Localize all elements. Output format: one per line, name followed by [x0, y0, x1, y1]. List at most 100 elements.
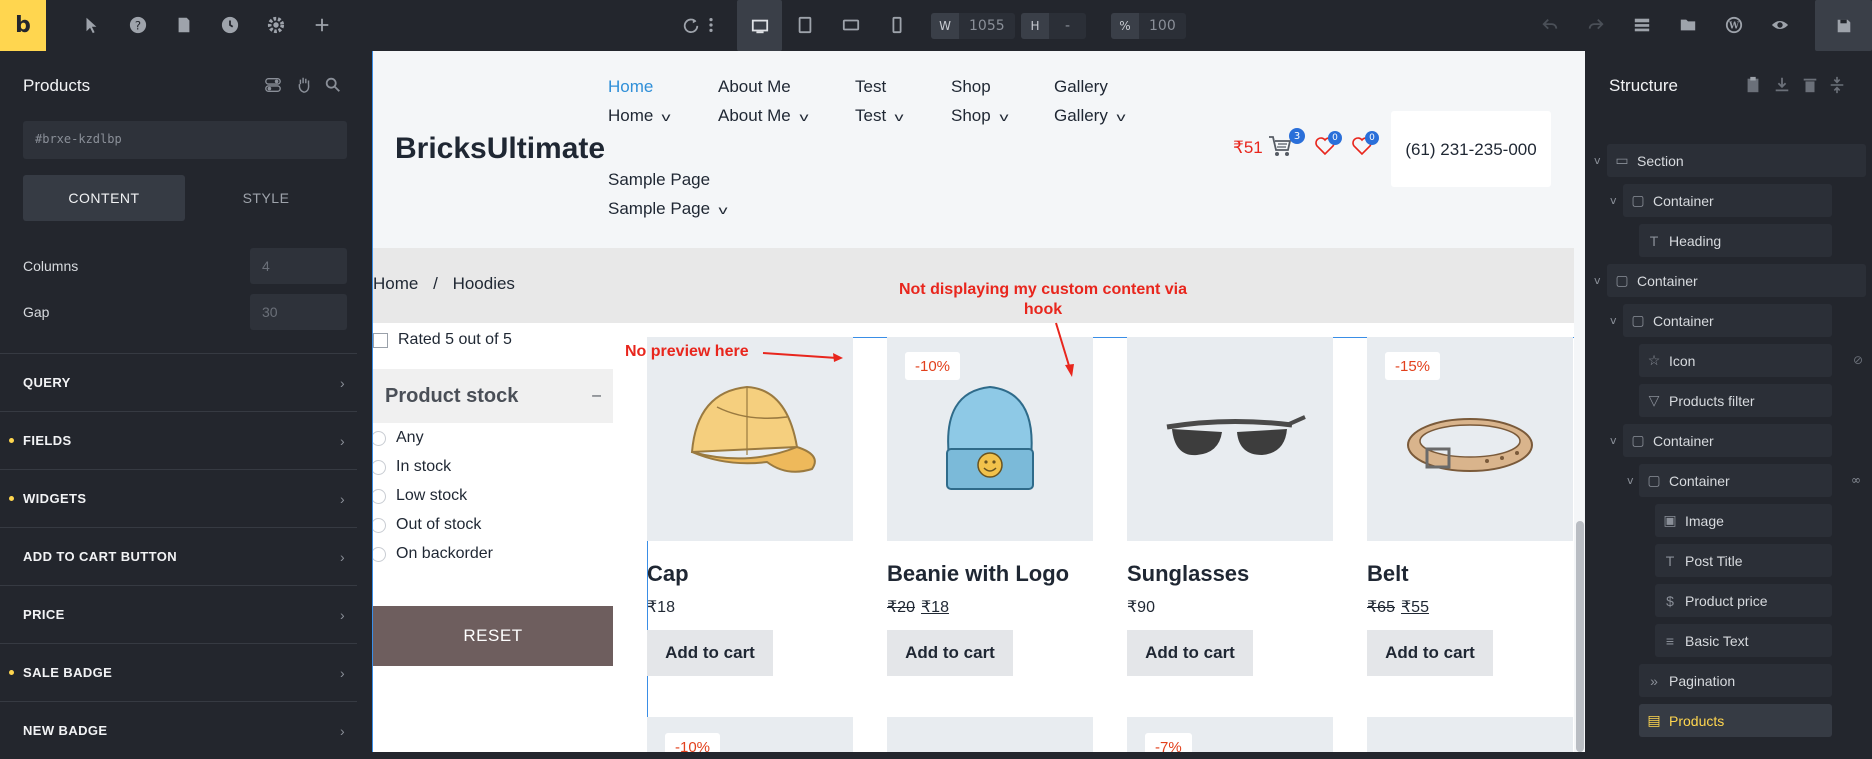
- section-sale-badge[interactable]: SALE BADGE ›: [0, 643, 357, 701]
- reset-button[interactable]: RESET: [373, 606, 613, 666]
- radio[interactable]: [373, 488, 386, 504]
- caret-down-icon[interactable]: v: [1594, 274, 1601, 287]
- product-image[interactable]: -7%: [1127, 717, 1333, 752]
- product-card[interactable]: -15% Belt ₹65 ₹55 Add to cart: [1367, 337, 1573, 677]
- loop-icon[interactable]: ∞: [1851, 473, 1861, 487]
- collapse-all-icon[interactable]: [1826, 74, 1848, 96]
- tree-item-container[interactable]: ▢ Container: [1607, 264, 1866, 297]
- tab-content[interactable]: CONTENT: [23, 175, 185, 221]
- stock-option[interactable]: Any: [373, 429, 424, 447]
- section-price[interactable]: PRICE ›: [0, 585, 357, 643]
- cursor-icon[interactable]: [80, 14, 102, 36]
- radio[interactable]: [373, 459, 386, 475]
- caret-down-icon[interactable]: v: [1610, 194, 1617, 207]
- nav-dropdown-home[interactable]: Home v: [608, 106, 671, 126]
- tab-style[interactable]: STYLE: [185, 175, 347, 221]
- tablet-breakpoint-icon[interactable]: [794, 14, 816, 36]
- hidden-eye-icon[interactable]: ⊘: [1853, 353, 1863, 367]
- tree-item-image[interactable]: ▣ Image: [1655, 504, 1832, 537]
- tree-item-heading[interactable]: T Heading: [1639, 224, 1832, 257]
- tree-item-container[interactable]: ▢ Container: [1623, 424, 1832, 457]
- gap-input[interactable]: 30: [250, 294, 347, 330]
- tree-item-products-filter[interactable]: ▽ Products filter: [1639, 384, 1832, 417]
- nav-dropdown-sample-page[interactable]: Sample Page v: [608, 199, 728, 219]
- hand-icon[interactable]: [293, 74, 315, 96]
- nav-dropdown-about[interactable]: About Me v: [718, 106, 808, 126]
- download-icon[interactable]: [1771, 74, 1793, 96]
- nav-dropdown-gallery[interactable]: Gallery v: [1054, 106, 1125, 126]
- nav-item-test[interactable]: Test: [855, 77, 886, 97]
- nav-dropdown-shop[interactable]: Shop v: [951, 106, 1008, 126]
- radio[interactable]: [373, 517, 386, 533]
- tree-item-icon[interactable]: ☆ Icon: [1639, 344, 1832, 377]
- bricks-logo[interactable]: b: [0, 0, 46, 51]
- tree-item-pagination[interactable]: » Pagination: [1639, 664, 1832, 697]
- desktop-breakpoint-icon[interactable]: [737, 0, 782, 51]
- radio[interactable]: [373, 546, 386, 562]
- caret-down-icon[interactable]: v: [1610, 314, 1617, 327]
- landscape-breakpoint-icon[interactable]: [840, 14, 862, 36]
- product-image[interactable]: -10%: [647, 717, 853, 752]
- structure-icon[interactable]: [1631, 14, 1653, 36]
- folder-icon[interactable]: [1677, 14, 1699, 36]
- nav-item-about[interactable]: About Me: [718, 77, 791, 97]
- section-fields[interactable]: FIELDS ›: [0, 411, 357, 469]
- radio[interactable]: [373, 430, 386, 446]
- tree-item-product-price[interactable]: $ Product price: [1655, 584, 1832, 617]
- tree-item-container[interactable]: ▢ Container: [1623, 304, 1832, 337]
- tree-item-post-title[interactable]: T Post Title: [1655, 544, 1832, 577]
- site-brand[interactable]: BricksUltimate: [395, 132, 605, 166]
- trash-icon[interactable]: [1799, 74, 1821, 96]
- zoom-value[interactable]: 100: [1139, 18, 1186, 34]
- product-image[interactable]: [1127, 337, 1333, 541]
- width-value[interactable]: 1055: [959, 18, 1015, 34]
- tree-item-container[interactable]: ▢ Container: [1623, 184, 1832, 217]
- nav-item-gallery[interactable]: Gallery: [1054, 77, 1108, 97]
- tree-item-products[interactable]: ▤ Products: [1639, 704, 1832, 737]
- add-to-cart-button[interactable]: Add to cart: [1127, 630, 1253, 676]
- section-widgets[interactable]: WIDGETS ›: [0, 469, 357, 527]
- product-title[interactable]: Cap: [647, 561, 689, 587]
- stock-option[interactable]: Low stock: [373, 487, 467, 505]
- product-image[interactable]: [1367, 717, 1573, 752]
- product-image[interactable]: [647, 337, 853, 541]
- height-value[interactable]: -: [1049, 18, 1086, 34]
- add-icon[interactable]: [311, 14, 333, 36]
- caret-down-icon[interactable]: v: [1627, 474, 1634, 487]
- add-to-cart-button[interactable]: Add to cart: [1367, 630, 1493, 676]
- mobile-breakpoint-icon[interactable]: [886, 14, 908, 36]
- columns-input[interactable]: 4: [250, 248, 347, 284]
- width-field[interactable]: W 1055: [931, 13, 1015, 39]
- undo-icon[interactable]: [1539, 14, 1561, 36]
- stock-option[interactable]: Out of stock: [373, 516, 481, 534]
- tree-item-basic-text[interactable]: ≡ Basic Text: [1655, 624, 1832, 657]
- product-card[interactable]: Cap ₹18 Add to cart: [647, 337, 853, 677]
- section-new-badge[interactable]: NEW BADGE ›: [0, 701, 357, 759]
- pages-icon[interactable]: [173, 14, 195, 36]
- add-to-cart-button[interactable]: Add to cart: [887, 630, 1013, 676]
- checkbox[interactable]: [373, 332, 388, 348]
- product-card[interactable]: -10% Beanie with Logo ₹20 ₹18 Add to cart: [887, 337, 1093, 677]
- product-title[interactable]: Beanie with Logo: [887, 561, 1069, 587]
- breadcrumb-home[interactable]: Home: [373, 274, 418, 293]
- scrollbar-thumb[interactable]: [1576, 521, 1584, 752]
- canvas-scrollbar[interactable]: [1574, 51, 1585, 752]
- caret-down-icon[interactable]: v: [1594, 154, 1601, 167]
- caret-down-icon[interactable]: v: [1610, 434, 1617, 447]
- height-field[interactable]: H-: [1021, 13, 1087, 39]
- element-id-field[interactable]: #brxe-kzdlbp: [23, 121, 347, 159]
- toggle-icon[interactable]: [262, 74, 284, 96]
- stock-option[interactable]: On backorder: [373, 545, 493, 563]
- settings-icon[interactable]: [265, 14, 287, 36]
- add-to-cart-button[interactable]: Add to cart: [647, 630, 773, 676]
- nav-dropdown-test[interactable]: Test v: [855, 106, 904, 126]
- reload-icon[interactable]: [680, 14, 702, 36]
- product-title[interactable]: Sunglasses: [1127, 561, 1249, 587]
- collapse-icon[interactable]: –: [592, 387, 601, 405]
- save-icon[interactable]: [1815, 0, 1872, 51]
- phone-box[interactable]: (61) 231-235-000: [1391, 111, 1551, 187]
- rating-filter-option[interactable]: Rated 5 out of 5: [373, 331, 512, 349]
- search-icon[interactable]: [322, 74, 344, 96]
- more-icon[interactable]: [706, 14, 716, 36]
- stock-option[interactable]: In stock: [373, 458, 451, 476]
